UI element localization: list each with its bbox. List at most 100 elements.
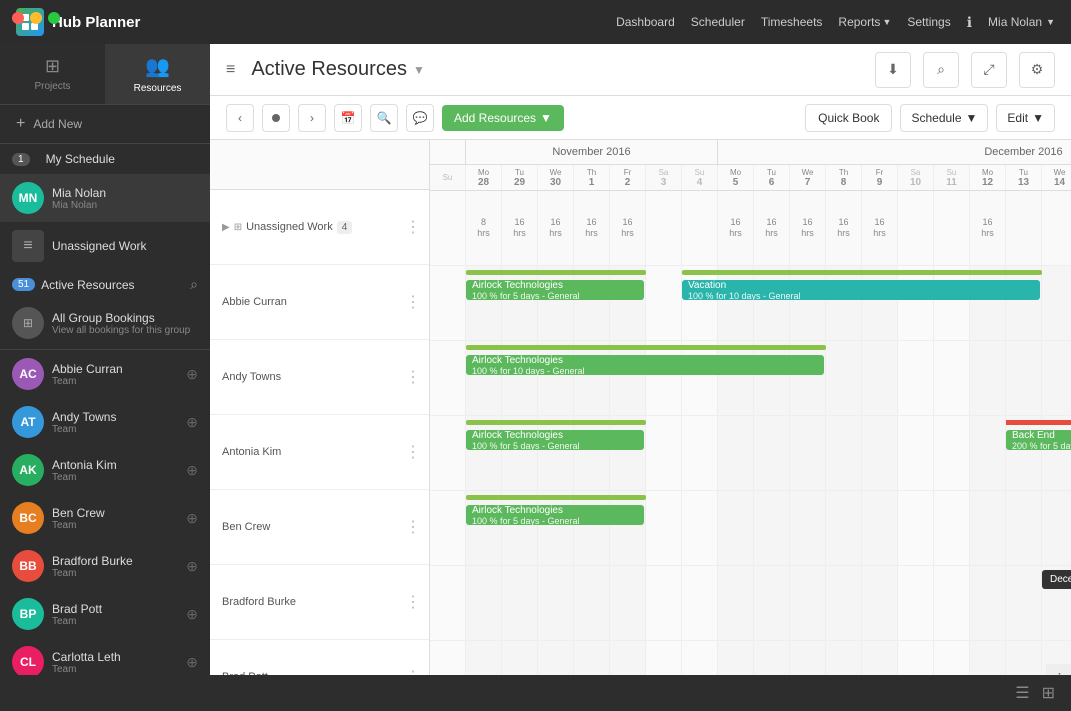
window-minimize-dot[interactable] [30, 12, 42, 24]
my-schedule-info: Mia Nolan Mia Nolan [52, 186, 198, 211]
day-header-sa3: Sa3 [646, 165, 682, 190]
settings-icon: ⚙ [1031, 61, 1044, 78]
person-settings-6[interactable]: ⊕ [186, 654, 198, 671]
add-resources-button[interactable]: Add Resources ▼ [442, 105, 564, 131]
sidebar: ⊞ Projects 👥 Resources + Add New 1 My Sc… [0, 44, 210, 675]
add-icon: + [16, 115, 25, 133]
brad-row-menu[interactable]: ⋮ [405, 667, 421, 675]
abbie-booking-2[interactable]: Vacation 100 % for 10 days - General [682, 280, 1040, 300]
brad-pott-grid-row[interactable]: ⋮ [430, 641, 1071, 675]
sidebar-tab-resources[interactable]: 👥 Resources [105, 44, 210, 104]
sidebar-person-4[interactable]: BB Bradford Burke Team ⊕ [0, 542, 210, 590]
sidebar-person-5[interactable]: BP Brad Pott Team ⊕ [0, 590, 210, 638]
sidebar-person-1[interactable]: AT Andy Towns Team ⊕ [0, 398, 210, 446]
chat-button[interactable]: 💬 [406, 104, 434, 132]
collapse-sidebar-icon[interactable]: ≡ [226, 61, 235, 79]
unassigned-row-menu[interactable]: ⋮ [405, 217, 421, 237]
mia-nolan-avatar: MN [12, 182, 44, 214]
andy-info: Andy Towns Team [52, 410, 178, 435]
antonia-kim-avatar: AK [12, 454, 44, 486]
my-schedule-item[interactable]: MN Mia Nolan Mia Nolan [0, 174, 210, 222]
ben-crew-row-label[interactable]: Ben Crew ⋮ [210, 490, 429, 565]
user-menu[interactable]: Mia Nolan ▼ [988, 15, 1055, 29]
day-header-tu29: Tu29 [502, 165, 538, 190]
add-new-button[interactable]: + Add New [0, 105, 210, 144]
person-settings-1[interactable]: ⊕ [186, 414, 198, 431]
quick-book-button[interactable]: Quick Book [805, 104, 892, 132]
abbie-curran-row-label[interactable]: Abbie Curran ⋮ [210, 265, 429, 340]
sidebar-person-6[interactable]: CL Carlotta Leth Team ⊕ [0, 638, 210, 675]
nav-settings[interactable]: Settings [907, 15, 950, 29]
person-settings-5[interactable]: ⊕ [186, 606, 198, 623]
brad-info: Brad Pott Team [52, 602, 178, 627]
nav-dashboard[interactable]: Dashboard [616, 15, 675, 29]
day-header-we7: We7 [790, 165, 826, 190]
person-settings-2[interactable]: ⊕ [186, 462, 198, 479]
sidebar-tab-projects[interactable]: ⊞ Projects [0, 44, 105, 104]
brad-cell-menu[interactable]: ⋮ [1046, 664, 1071, 675]
andy-towns-row-label[interactable]: Andy Towns ⋮ [210, 340, 429, 415]
andy-towns-grid-row[interactable]: Airlock Technologies 100 % for 10 days -… [430, 341, 1071, 416]
unassigned-work-grid-row[interactable]: 8hrs 16hrs 16hrs 16hrs 16hrs [430, 191, 1071, 266]
list-view-icon[interactable]: ☰ [1015, 683, 1029, 703]
zoom-button[interactable]: 🔍 [370, 104, 398, 132]
sidebar-person-0[interactable]: AC Abbie Curran Team ⊕ [0, 350, 210, 398]
ben-booking[interactable]: Airlock Technologies 100 % for 5 days - … [466, 505, 644, 525]
sidebar-person-3[interactable]: BC Ben Crew Team ⊕ [0, 494, 210, 542]
search-resources-icon[interactable]: ⌕ [190, 276, 198, 293]
antonia-kim-grid-row[interactable]: Airlock Technologies 100 % for 5 days - … [430, 416, 1071, 491]
person-settings-4[interactable]: ⊕ [186, 558, 198, 575]
andy-row-menu[interactable]: ⋮ [405, 367, 421, 387]
unassigned-info: Unassigned Work [52, 239, 198, 253]
my-schedule-header[interactable]: 1 My Schedule [0, 144, 210, 174]
all-group-info: All Group Bookings View all bookings for… [52, 311, 198, 336]
brad-pott-row-label[interactable]: Brad Pott ⋮ [210, 640, 429, 675]
prev-button[interactable]: ‹ [226, 104, 254, 132]
unassigned-expand-icon[interactable]: ▶ [222, 222, 230, 233]
today-button[interactable] [262, 104, 290, 132]
ben-crew-grid-row[interactable]: Airlock Technologies 100 % for 5 days - … [430, 491, 1071, 566]
sidebar-person-2[interactable]: AK Antonia Kim Team ⊕ [0, 446, 210, 494]
window-maximize-dot[interactable] [48, 12, 60, 24]
calendar-icon: 📅 [341, 111, 356, 125]
antonia-booking-1[interactable]: Airlock Technologies 100 % for 5 days - … [466, 430, 644, 450]
all-group-bookings-item[interactable]: ⊞ All Group Bookings View all bookings f… [0, 299, 210, 350]
grid-view-icon[interactable]: ⊞ [1042, 683, 1055, 703]
abbie-booking-1[interactable]: Airlock Technologies 100 % for 5 days - … [466, 280, 644, 300]
antonia-row-menu[interactable]: ⋮ [405, 442, 421, 462]
next-button[interactable]: › [298, 104, 326, 132]
unassigned-count-icon: ⊞ [234, 222, 242, 233]
andy-booking[interactable]: Airlock Technologies 100 % for 10 days -… [466, 355, 824, 375]
bradford-burke-row-label[interactable]: Bradford Burke ⋮ [210, 565, 429, 640]
antonia-info: Antonia Kim Team [52, 458, 178, 483]
abbie-row-menu[interactable]: ⋮ [405, 292, 421, 312]
edit-button[interactable]: Edit ▼ [996, 104, 1055, 132]
person-settings-3[interactable]: ⊕ [186, 510, 198, 527]
calendar-icon-btn[interactable]: 📅 [334, 104, 362, 132]
unassigned-work-row-label[interactable]: ▶ ⊞ Unassigned Work 4 ⋮ [210, 190, 429, 265]
antonia-booking-2[interactable]: Back End 200 % for 5 days - General [1006, 430, 1071, 450]
schedule-button[interactable]: Schedule ▼ [900, 104, 988, 132]
ben-row-menu[interactable]: ⋮ [405, 517, 421, 537]
nav-timesheets[interactable]: Timesheets [761, 15, 823, 29]
day-header-th8: Th8 [826, 165, 862, 190]
abbie-curran-grid-row[interactable]: Airlock Technologies 100 % for 5 days - … [430, 266, 1071, 341]
nav-reports[interactable]: Reports▼ [838, 15, 891, 29]
nav-scheduler[interactable]: Scheduler [691, 15, 745, 29]
bradford-burke-grid-row[interactable]: December 14, 2016 December 15, 2016 [430, 566, 1071, 641]
search-button[interactable]: ⌕ [923, 52, 959, 88]
window-close-dot[interactable] [12, 12, 24, 24]
unassigned-work-item[interactable]: ≡ Unassigned Work [0, 222, 210, 270]
person-settings-0[interactable]: ⊕ [186, 366, 198, 383]
active-resources-count: 51 [12, 278, 35, 291]
bradford-row-menu[interactable]: ⋮ [405, 592, 421, 612]
title-dropdown-arrow[interactable]: ▼ [413, 63, 425, 77]
antonia-kim-row-label[interactable]: Antonia Kim ⋮ [210, 415, 429, 490]
antonia-red-1 [1006, 420, 1042, 425]
settings-button[interactable]: ⚙ [1019, 52, 1055, 88]
expand-button[interactable]: ⤢ [971, 52, 1007, 88]
antonia-red-2 [1042, 420, 1071, 425]
page-title: Active Resources ▼ [251, 58, 863, 81]
download-button[interactable]: ⬇ [875, 52, 911, 88]
active-resources-header[interactable]: 51 Active Resources ⌕ [0, 270, 210, 299]
